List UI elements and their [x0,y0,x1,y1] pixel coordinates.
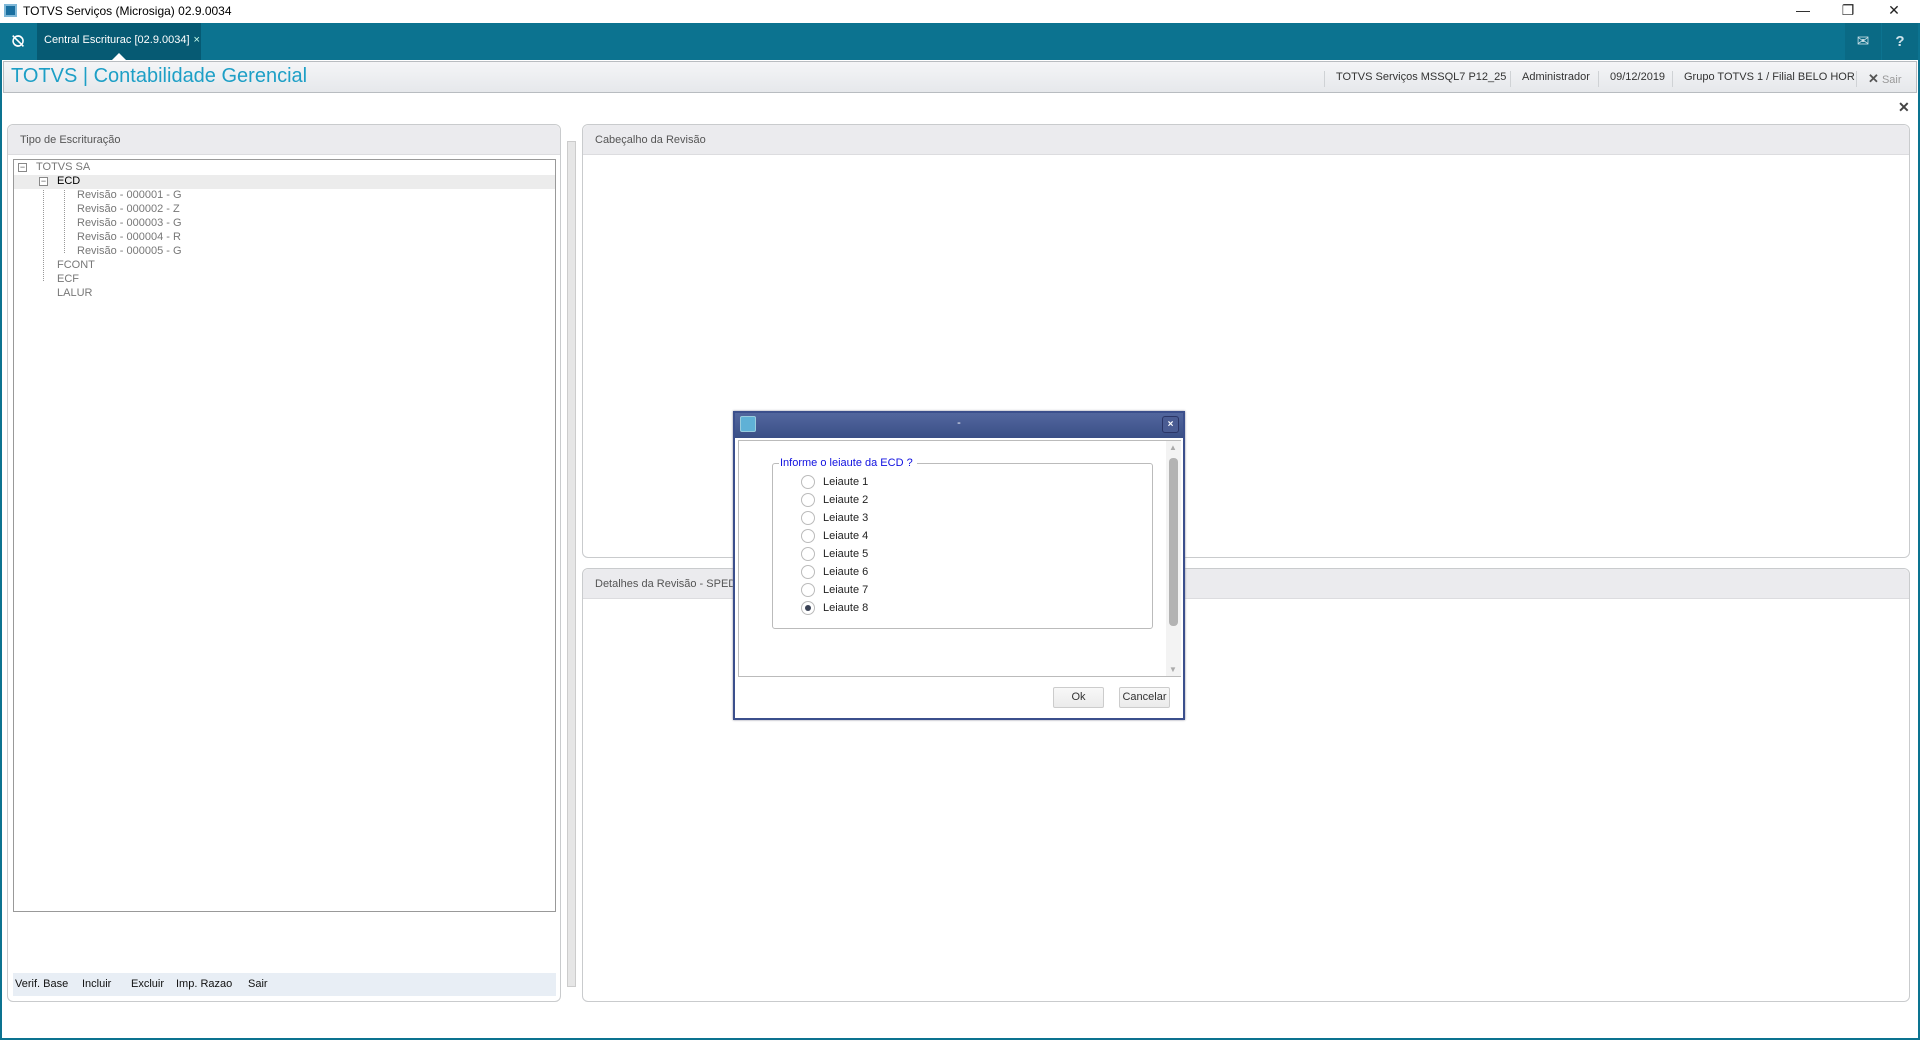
mail-icon[interactable]: ✉ [1845,23,1881,60]
window-title: TOTVS Serviços (Microsiga) 02.9.0034 [23,4,232,18]
tab-close-icon[interactable]: × [194,34,200,46]
verif-base-button[interactable]: Verif. Base [15,978,68,990]
leiaute-radio-5[interactable] [801,547,815,561]
dialog-close-button[interactable]: × [1162,416,1179,433]
dialog-titlebar: - × [735,413,1183,438]
page-title: TOTVS | Contabilidade Gerencial [11,65,308,87]
collapse-icon[interactable]: − [39,177,48,186]
escrituracao-tree[interactable]: − TOTVS SA − ECD Revisão - 000001 - G Revi… [13,159,556,912]
leiaute-label[interactable]: Leiaute 6 [823,566,868,578]
close-program-button[interactable]: ✕ [1898,99,1910,116]
leiaute-radio-7[interactable] [801,583,815,597]
active-tab-caret-icon [112,53,126,60]
left-panel-title: Tipo de Escrituração [8,125,560,155]
sair-button[interactable]: Sair [248,978,268,990]
collapse-icon[interactable]: − [18,163,27,172]
left-panel-toolbar: Verif. Base Incluir Excluir Imp. Razao S… [13,973,556,996]
close-window-button[interactable]: ✕ [1874,2,1914,19]
minimize-button[interactable]: — [1783,2,1823,18]
restore-button[interactable]: ❐ [1828,2,1868,19]
leiaute-radio-1[interactable] [801,475,815,489]
tree-node-ecf[interactable]: ECF [57,273,555,287]
imp-razao-button[interactable]: Imp. Razao [176,978,232,990]
leiaute-radio-2[interactable] [801,493,815,507]
leiaute-question: Informe o leiaute da ECD ? [779,457,917,469]
ok-button[interactable]: Ok [1053,687,1104,708]
app-icon [4,4,17,17]
tab-label: Central Escriturac [02.9.0034] [44,34,190,46]
home-icon[interactable]: ⍉ [0,23,36,60]
close-icon: ✕ [1868,71,1879,86]
leiaute-label[interactable]: Leiaute 8 [823,602,868,614]
scroll-down-icon[interactable]: ▼ [1169,665,1177,674]
leiaute-radio-6[interactable] [801,565,815,579]
tree-node-revision[interactable]: Revisão - 000005 - G [77,245,555,259]
exit-button[interactable]: ✕ Sair [1856,71,1913,87]
tree-node-lalur[interactable]: LALUR [57,287,555,301]
top-nav-bar: ⍉ Central Escriturac [02.9.0034] × ✉ ? [0,23,1920,60]
tree-node-revision[interactable]: Revisão - 000003 - G [77,217,555,231]
help-icon[interactable]: ? [1882,23,1918,60]
leiaute-radio-3[interactable] [801,511,815,525]
cancel-button[interactable]: Cancelar [1119,687,1170,708]
user-info: Administrador [1510,71,1601,87]
app-header: TOTVS | Contabilidade Gerencial TOTVS Se… [3,61,1917,93]
window-titlebar: TOTVS Serviços (Microsiga) 02.9.0034 — ❐… [0,0,1920,23]
leiaute-label[interactable]: Leiaute 5 [823,548,868,560]
leiaute-dialog: - × Informe o leiaute da ECD ? Leiaute 1… [733,411,1185,720]
leiaute-group: Informe o leiaute da ECD ? Leiaute 1 Leia… [772,457,1153,629]
leiaute-label[interactable]: Leiaute 3 [823,512,868,524]
server-info: TOTVS Serviços MSSQL7 P12_25 [1324,71,1517,87]
leiaute-radio-8[interactable] [801,601,815,615]
tree-node-revision[interactable]: Revisão - 000001 - G [77,189,555,203]
revision-header-title: Cabeçalho da Revisão [583,125,1909,155]
tree-node-ecd[interactable]: − ECD [14,175,555,189]
tab-central-escriturac[interactable]: Central Escriturac [02.9.0034] × [37,23,201,60]
exit-label: Sair [1881,74,1902,86]
dialog-scrollbar[interactable]: ▲ ▼ [1166,441,1181,676]
excluir-button[interactable]: Excluir [131,978,164,990]
tree-node-root[interactable]: − TOTVS SA [14,161,555,175]
dialog-title: - [957,417,961,429]
incluir-button[interactable]: Incluir [82,978,111,990]
scroll-up-icon[interactable]: ▲ [1169,443,1177,452]
dialog-body: Informe o leiaute da ECD ? Leiaute 1 Leia… [738,440,1181,677]
tree-node-revision[interactable]: Revisão - 000004 - R [77,231,555,245]
leiaute-label[interactable]: Leiaute 1 [823,476,868,488]
leiaute-label[interactable]: Leiaute 2 [823,494,868,506]
date-info: 09/12/2019 [1598,71,1676,87]
scrollbar-thumb[interactable] [1169,458,1178,626]
panel-splitter[interactable] [567,141,576,987]
tree-node-fcont[interactable]: FCONT [57,259,555,273]
leiaute-radio-4[interactable] [801,529,815,543]
leiaute-label[interactable]: Leiaute 7 [823,584,868,596]
company-info: Grupo TOTVS 1 / Filial BELO HOR [1672,71,1866,87]
tree-node-revision[interactable]: Revisão - 000002 - Z [77,203,555,217]
leiaute-label[interactable]: Leiaute 4 [823,530,868,542]
